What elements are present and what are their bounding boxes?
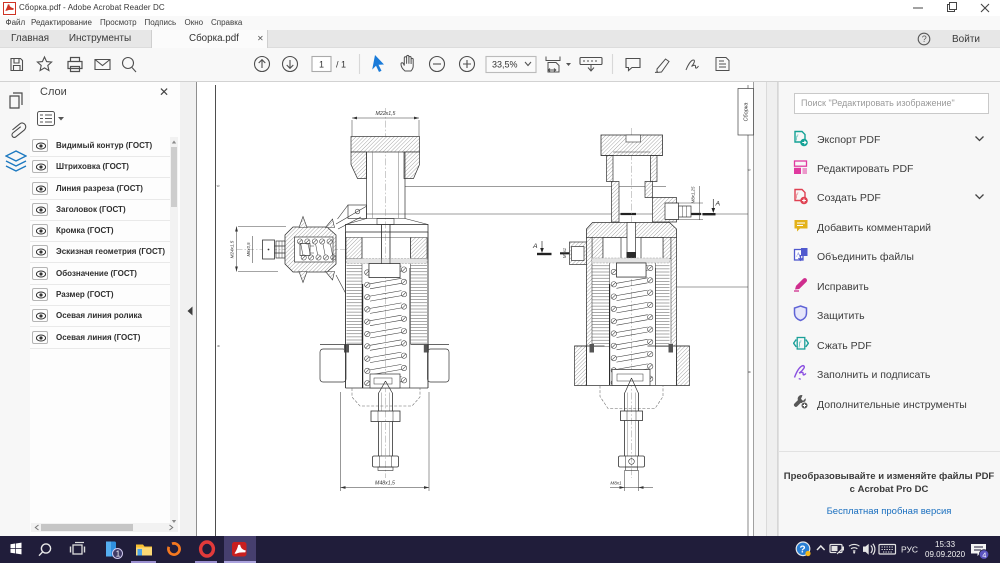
svg-text:09.09.2020: 09.09.2020 (925, 550, 966, 559)
svg-text:M48x1,5: M48x1,5 (375, 481, 395, 487)
svg-text:в: в (216, 345, 221, 347)
svg-text:f: f (799, 340, 802, 348)
svg-text:1: 1 (116, 550, 121, 559)
svg-text:A: A (715, 201, 721, 208)
svg-text:M8x1: M8x1 (562, 248, 567, 258)
svg-text:M8x1: M8x1 (610, 481, 622, 486)
svg-text:/ 1: / 1 (336, 60, 346, 70)
svg-text:РУС: РУС (901, 545, 918, 555)
svg-text:?: ? (800, 545, 806, 556)
svg-text:б: б (216, 184, 221, 187)
svg-text:f: f (796, 134, 799, 141)
svg-text:4: 4 (982, 551, 986, 560)
svg-text:A: A (532, 243, 538, 250)
svg-text:б: б (747, 168, 752, 171)
svg-text:в: в (747, 371, 752, 373)
svg-text:1: 1 (319, 60, 324, 70)
svg-text:33,5%: 33,5% (492, 60, 518, 70)
svg-text:M24x1,5: M24x1,5 (230, 240, 235, 258)
svg-text:Сборка: Сборка (744, 103, 750, 122)
svg-text:M8x1,25: M8x1,25 (691, 186, 696, 203)
svg-text:f: f (796, 192, 799, 199)
svg-text:15:33: 15:33 (935, 540, 956, 549)
svg-text:?: ? (922, 34, 927, 44)
svg-text:M22x1,5: M22x1,5 (376, 111, 396, 117)
svg-text:M6x0,5: M6x0,5 (246, 242, 251, 257)
